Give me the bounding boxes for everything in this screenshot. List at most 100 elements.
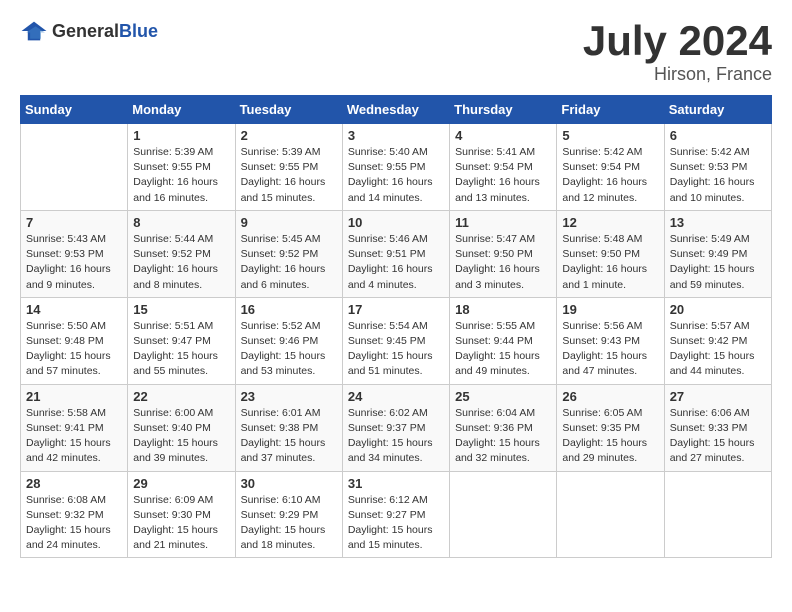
day-info: Sunrise: 5:41 AMSunset: 9:54 PMDaylight:… — [455, 145, 551, 206]
sunset-text: Sunset: 9:30 PM — [133, 509, 211, 521]
day-number: 11 — [455, 215, 551, 230]
logo-icon — [20, 20, 48, 42]
day-number: 16 — [241, 302, 337, 317]
sunrise-text: Sunrise: 5:49 AM — [670, 233, 750, 245]
calendar-body: 1Sunrise: 5:39 AMSunset: 9:55 PMDaylight… — [21, 124, 772, 558]
day-number: 29 — [133, 476, 229, 491]
daylight-text: Daylight: 16 hours and 12 minutes. — [562, 176, 647, 203]
day-number: 22 — [133, 389, 229, 404]
day-number: 2 — [241, 128, 337, 143]
sunset-text: Sunset: 9:55 PM — [241, 161, 319, 173]
sunset-text: Sunset: 9:33 PM — [670, 422, 748, 434]
calendar-day-cell: 31Sunrise: 6:12 AMSunset: 9:27 PMDayligh… — [342, 471, 449, 558]
sunrise-text: Sunrise: 5:56 AM — [562, 320, 642, 332]
day-info: Sunrise: 5:54 AMSunset: 9:45 PMDaylight:… — [348, 319, 444, 380]
logo-blue-text: Blue — [119, 21, 158, 41]
calendar-day-cell: 27Sunrise: 6:06 AMSunset: 9:33 PMDayligh… — [664, 384, 771, 471]
day-info: Sunrise: 5:42 AMSunset: 9:54 PMDaylight:… — [562, 145, 658, 206]
weekday-header-cell: Monday — [128, 96, 235, 124]
sunset-text: Sunset: 9:50 PM — [455, 248, 533, 260]
day-info: Sunrise: 5:39 AMSunset: 9:55 PMDaylight:… — [241, 145, 337, 206]
calendar-day-cell — [450, 471, 557, 558]
sunrise-text: Sunrise: 5:42 AM — [562, 146, 642, 158]
sunset-text: Sunset: 9:55 PM — [133, 161, 211, 173]
daylight-text: Daylight: 15 hours and 42 minutes. — [26, 437, 111, 464]
sunset-text: Sunset: 9:43 PM — [562, 335, 640, 347]
calendar-day-cell: 29Sunrise: 6:09 AMSunset: 9:30 PMDayligh… — [128, 471, 235, 558]
calendar-day-cell: 15Sunrise: 5:51 AMSunset: 9:47 PMDayligh… — [128, 297, 235, 384]
sunrise-text: Sunrise: 5:40 AM — [348, 146, 428, 158]
calendar-day-cell: 8 Sunrise: 5:44 AMSunset: 9:52 PMDaylight… — [128, 210, 235, 297]
calendar-day-cell: 9Sunrise: 5:45 AMSunset: 9:52 PMDaylight… — [235, 210, 342, 297]
day-number: 5 — [562, 128, 658, 143]
sunrise-text: Sunrise: 5:45 AM — [241, 233, 321, 245]
calendar-day-cell: 1Sunrise: 5:39 AMSunset: 9:55 PMDaylight… — [128, 124, 235, 211]
daylight-text: Daylight: 15 hours and 24 minutes. — [26, 524, 111, 551]
page-header: GeneralBlue July 2024 Hirson, France — [20, 20, 772, 85]
sunrise-text: Sunrise: 5:47 AM — [455, 233, 535, 245]
day-number: 26 — [562, 389, 658, 404]
day-number: 7 — [26, 215, 122, 230]
calendar-day-cell: 6Sunrise: 5:42 AMSunset: 9:53 PMDaylight… — [664, 124, 771, 211]
daylight-text: Daylight: 15 hours and 34 minutes. — [348, 437, 433, 464]
calendar-day-cell: 17 Sunrise: 5:54 AMSunset: 9:45 PMDayligh… — [342, 297, 449, 384]
daylight-text: Daylight: 15 hours and 37 minutes. — [241, 437, 326, 464]
calendar-day-cell: 20Sunrise: 5:57 AMSunset: 9:42 PMDayligh… — [664, 297, 771, 384]
day-info: Sunrise: 5:46 AMSunset: 9:51 PMDaylight:… — [348, 232, 444, 293]
calendar-day-cell: 5 Sunrise: 5:42 AMSunset: 9:54 PMDaylight… — [557, 124, 664, 211]
day-info: Sunrise: 5:52 AMSunset: 9:46 PMDaylight:… — [241, 319, 337, 380]
weekday-header-cell: Thursday — [450, 96, 557, 124]
calendar-day-cell: 7Sunrise: 5:43 AMSunset: 9:53 PMDaylight… — [21, 210, 128, 297]
daylight-text: Daylight: 16 hours and 3 minutes. — [455, 263, 540, 290]
sunrise-text: Sunrise: 5:48 AM — [562, 233, 642, 245]
day-info: Sunrise: 5:57 AMSunset: 9:42 PMDaylight:… — [670, 319, 766, 380]
sunrise-text: Sunrise: 6:04 AM — [455, 407, 535, 419]
day-number: 17 — [348, 302, 444, 317]
sunrise-text: Sunrise: 5:43 AM — [26, 233, 106, 245]
day-info: Sunrise: 5:45 AMSunset: 9:52 PMDaylight:… — [241, 232, 337, 293]
daylight-text: Daylight: 16 hours and 14 minutes. — [348, 176, 433, 203]
sunrise-text: Sunrise: 6:08 AM — [26, 494, 106, 506]
day-number: 4 — [455, 128, 551, 143]
day-number: 13 — [670, 215, 766, 230]
day-info: Sunrise: 5:47 AM Sunset: 9:50 PM Daylight:… — [455, 232, 551, 293]
day-info: Sunrise: 5:42 AMSunset: 9:53 PMDaylight:… — [670, 145, 766, 206]
sunset-text: Sunset: 9:51 PM — [348, 248, 426, 260]
day-info: Sunrise: 6:10 AMSunset: 9:29 PMDaylight:… — [241, 493, 337, 554]
daylight-text: Daylight: 15 hours and 51 minutes. — [348, 350, 433, 377]
calendar-week-row: 7Sunrise: 5:43 AMSunset: 9:53 PMDaylight… — [21, 210, 772, 297]
sunrise-text: Sunrise: 5:58 AM — [26, 407, 106, 419]
calendar-table: SundayMondayTuesdayWednesdayThursdayFrid… — [20, 95, 772, 558]
calendar-day-cell — [664, 471, 771, 558]
day-number: 8 — [133, 215, 229, 230]
day-info: Sunrise: 6:04 AMSunset: 9:36 PMDaylight:… — [455, 406, 551, 467]
day-number: 10 — [348, 215, 444, 230]
day-number: 23 — [241, 389, 337, 404]
sunset-text: Sunset: 9:52 PM — [133, 248, 211, 260]
day-info: Sunrise: 5:51 AMSunset: 9:47 PMDaylight:… — [133, 319, 229, 380]
daylight-text: Daylight: 16 hours and 15 minutes. — [241, 176, 326, 203]
weekday-header-cell: Tuesday — [235, 96, 342, 124]
sunset-text: Sunset: 9:42 PM — [670, 335, 748, 347]
sunset-text: Sunset: 9:53 PM — [670, 161, 748, 173]
daylight-text: Daylight: 16 hours and 16 minutes. — [133, 176, 218, 203]
sunset-text: Sunset: 9:36 PM — [455, 422, 533, 434]
weekday-header-cell: Wednesday — [342, 96, 449, 124]
sunrise-text: Sunrise: 6:01 AM — [241, 407, 321, 419]
calendar-day-cell: 23 Sunrise: 6:01 AM Sunset: 9:38 PM Dayligh… — [235, 384, 342, 471]
day-info: Sunrise: 5:49 AMSunset: 9:49 PMDaylight:… — [670, 232, 766, 293]
day-number: 31 — [348, 476, 444, 491]
day-info: Sunrise: 5:44 AMSunset: 9:52 PMDaylight:… — [133, 232, 229, 293]
calendar-day-cell: 22Sunrise: 6:00 AMSunset: 9:40 PMDayligh… — [128, 384, 235, 471]
day-number: 27 — [670, 389, 766, 404]
calendar-day-cell: 13 Sunrise: 5:49 AMSunset: 9:49 PMDayligh… — [664, 210, 771, 297]
sunset-text: Sunset: 9:54 PM — [455, 161, 533, 173]
day-info: Sunrise: 5:48 AMSunset: 9:50 PMDaylight:… — [562, 232, 658, 293]
day-number: 25 — [455, 389, 551, 404]
calendar-day-cell: 10 Sunrise: 5:46 AMSunset: 9:51 PMDayligh… — [342, 210, 449, 297]
calendar-day-cell: 12Sunrise: 5:48 AMSunset: 9:50 PMDayligh… — [557, 210, 664, 297]
sunset-text: Sunset: 9:38 PM — [241, 422, 319, 434]
daylight-text: Daylight: 16 hours and 13 minutes. — [455, 176, 540, 203]
sunset-text: Sunset: 9:47 PM — [133, 335, 211, 347]
day-number: 21 — [26, 389, 122, 404]
